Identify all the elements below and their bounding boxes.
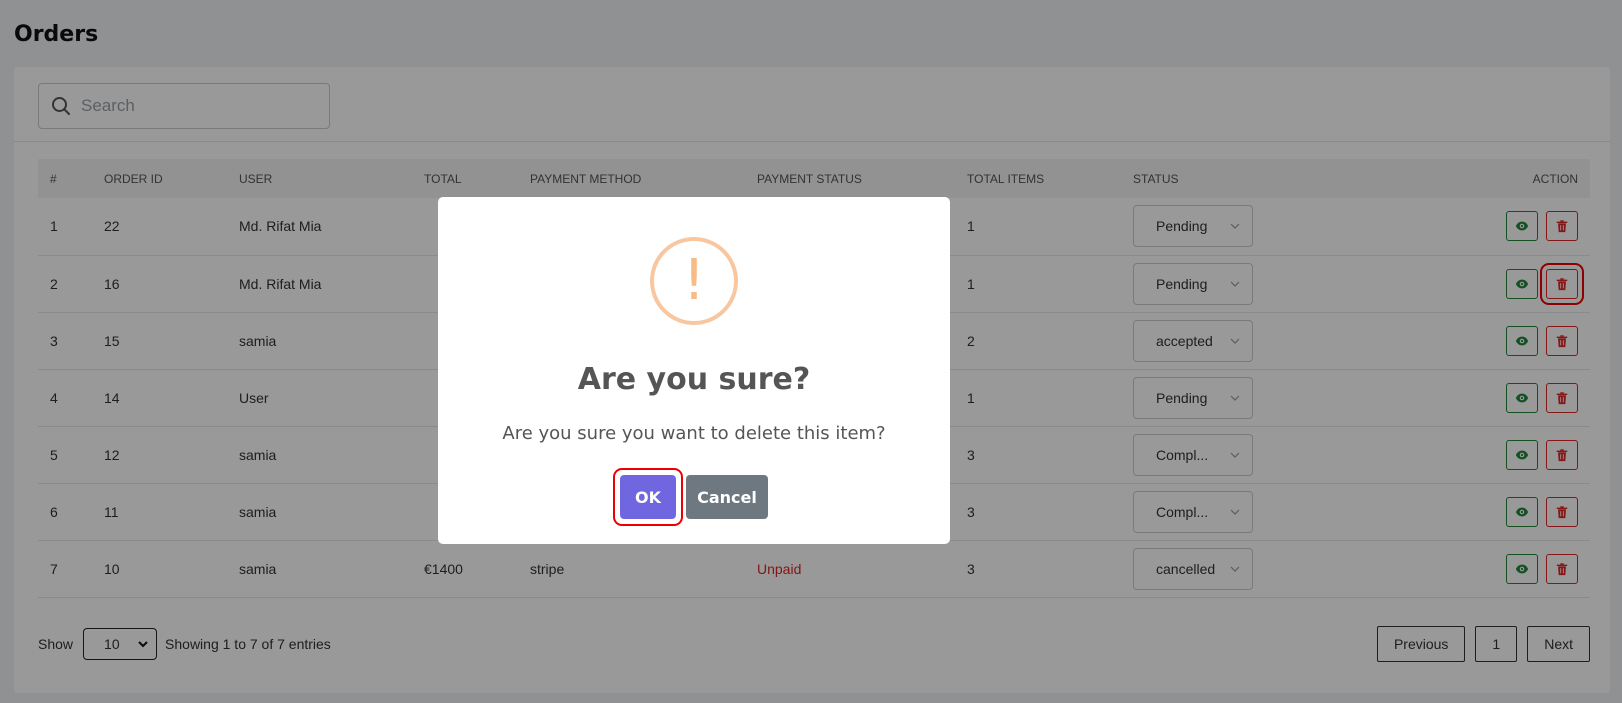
cancel-button[interactable]: Cancel [686, 475, 768, 519]
confirm-dialog: ! Are you sure? Are you sure you want to… [438, 197, 950, 544]
dialog-actions: OK Cancel [438, 468, 950, 526]
warning-icon: ! [650, 237, 738, 325]
dialog-title: Are you sure? [577, 362, 811, 397]
warning-glyph: ! [682, 248, 706, 313]
dialog-message: Are you sure you want to delete this ite… [502, 423, 886, 444]
ok-button[interactable]: OK [620, 475, 676, 519]
ok-button-highlight: OK [613, 468, 683, 526]
